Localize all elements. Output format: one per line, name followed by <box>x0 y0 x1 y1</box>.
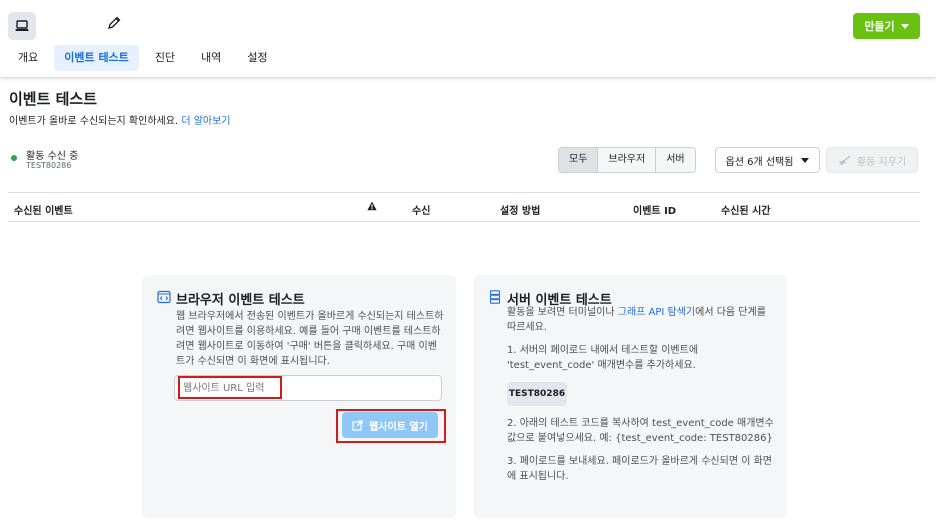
page-description: 이벤트가 올바로 수신되는지 확인하세요. 더 알아보기 <box>9 112 231 127</box>
browser-card-title: 브라우저 이벤트 테스트 <box>176 293 305 308</box>
events-table-header: 수신된 이벤트 수신 설정 방법 이벤트 ID 수신된 시간 <box>8 192 920 222</box>
server-step-1: 1. 서버의 페이로드 내에서 테스트할 이벤트에 'test_event_co… <box>507 345 699 371</box>
tab-diagnostics[interactable]: 진단 <box>145 45 185 71</box>
server-icon <box>488 290 502 304</box>
server-step-3: 3. 페이로드를 보내세요. 페이로드가 올바르게 수신되면 이 화면에 표시됩… <box>507 456 772 482</box>
external-link-icon <box>352 419 363 431</box>
tab-settings[interactable]: 설정 <box>237 45 277 71</box>
column-received[interactable]: 수신 <box>412 202 430 217</box>
create-button[interactable]: 만들기 <box>853 13 920 39</box>
status-label: 활동 수신 중 <box>26 151 79 162</box>
tab-history[interactable]: 내역 <box>191 45 231 71</box>
browser-event-test-card: 브라우저 이벤트 테스트 웹 브라우저에서 전송된 이벤트가 올바르게 수신되는… <box>142 275 456 518</box>
graph-api-explorer-link[interactable]: 그래프 API 탐색기 <box>618 307 695 318</box>
page-description-text: 이벤트가 올바로 수신되는지 확인하세요. <box>9 116 179 127</box>
source-filter: 모두 브라우저 서버 <box>558 147 696 173</box>
tab-bar: 개요 이벤트 테스트 진단 내역 설정 <box>8 45 278 71</box>
server-intro-prefix: 활동을 보려면 터미널이나 <box>507 307 618 318</box>
status-code: TEST80286 <box>26 161 72 170</box>
filter-server-button[interactable]: 서버 <box>656 148 695 172</box>
laptop-icon[interactable] <box>8 12 36 40</box>
chevron-down-icon <box>801 157 810 163</box>
code-window-icon <box>157 290 171 304</box>
open-website-label: 웹사이트 열기 <box>369 421 428 433</box>
broom-icon <box>838 154 851 165</box>
test-code-chip[interactable]: TEST80286 <box>507 382 567 406</box>
warning-icon <box>367 201 377 214</box>
open-website-button[interactable]: 웹사이트 열기 <box>342 412 438 438</box>
create-button-label: 만들기 <box>864 20 895 33</box>
tab-overview[interactable]: 개요 <box>8 45 48 71</box>
options-dropdown-label: 옵션 6개 선택됨 <box>725 156 794 168</box>
column-received-time[interactable]: 수신된 시간 <box>721 202 770 217</box>
clear-activity-label: 활동 지우기 <box>856 156 907 168</box>
options-dropdown[interactable]: 옵션 6개 선택됨 <box>715 147 820 173</box>
website-url-input[interactable] <box>174 375 442 401</box>
status-indicator <box>11 155 17 161</box>
chevron-down-icon <box>900 23 909 29</box>
clear-activity-button[interactable]: 활동 지우기 <box>826 147 918 173</box>
server-event-test-card: 서버 이벤트 테스트 활동을 보려면 터미널이나 그래프 API 탐색기에서 다… <box>473 275 787 518</box>
column-setup-method[interactable]: 설정 방법 <box>500 202 540 217</box>
filter-all-button[interactable]: 모두 <box>559 148 599 172</box>
column-event-id[interactable]: 이벤트 ID <box>633 202 676 217</box>
top-bar: 만들기 개요 이벤트 테스트 진단 내역 설정 <box>0 0 936 78</box>
edit-pencil-icon[interactable] <box>106 15 122 31</box>
page-title: 이벤트 테스트 <box>9 90 98 108</box>
browser-card-description: 웹 브라우저에서 전송된 이벤트가 올바르게 수신되는지 테스트하려면 웹사이트… <box>176 311 444 367</box>
column-received-event[interactable]: 수신된 이벤트 <box>14 202 73 217</box>
server-card-intro: 활동을 보려면 터미널이나 그래프 API 탐색기에서 다음 단계를 따르세요. <box>507 305 775 335</box>
server-step-2: 2. 아래의 테스트 코드를 복사하여 test_event_code 매개변수… <box>507 418 774 444</box>
tab-test-events[interactable]: 이벤트 테스트 <box>54 45 139 71</box>
learn-more-link[interactable]: 더 알아보기 <box>181 116 230 127</box>
filter-browser-button[interactable]: 브라우저 <box>598 148 657 172</box>
